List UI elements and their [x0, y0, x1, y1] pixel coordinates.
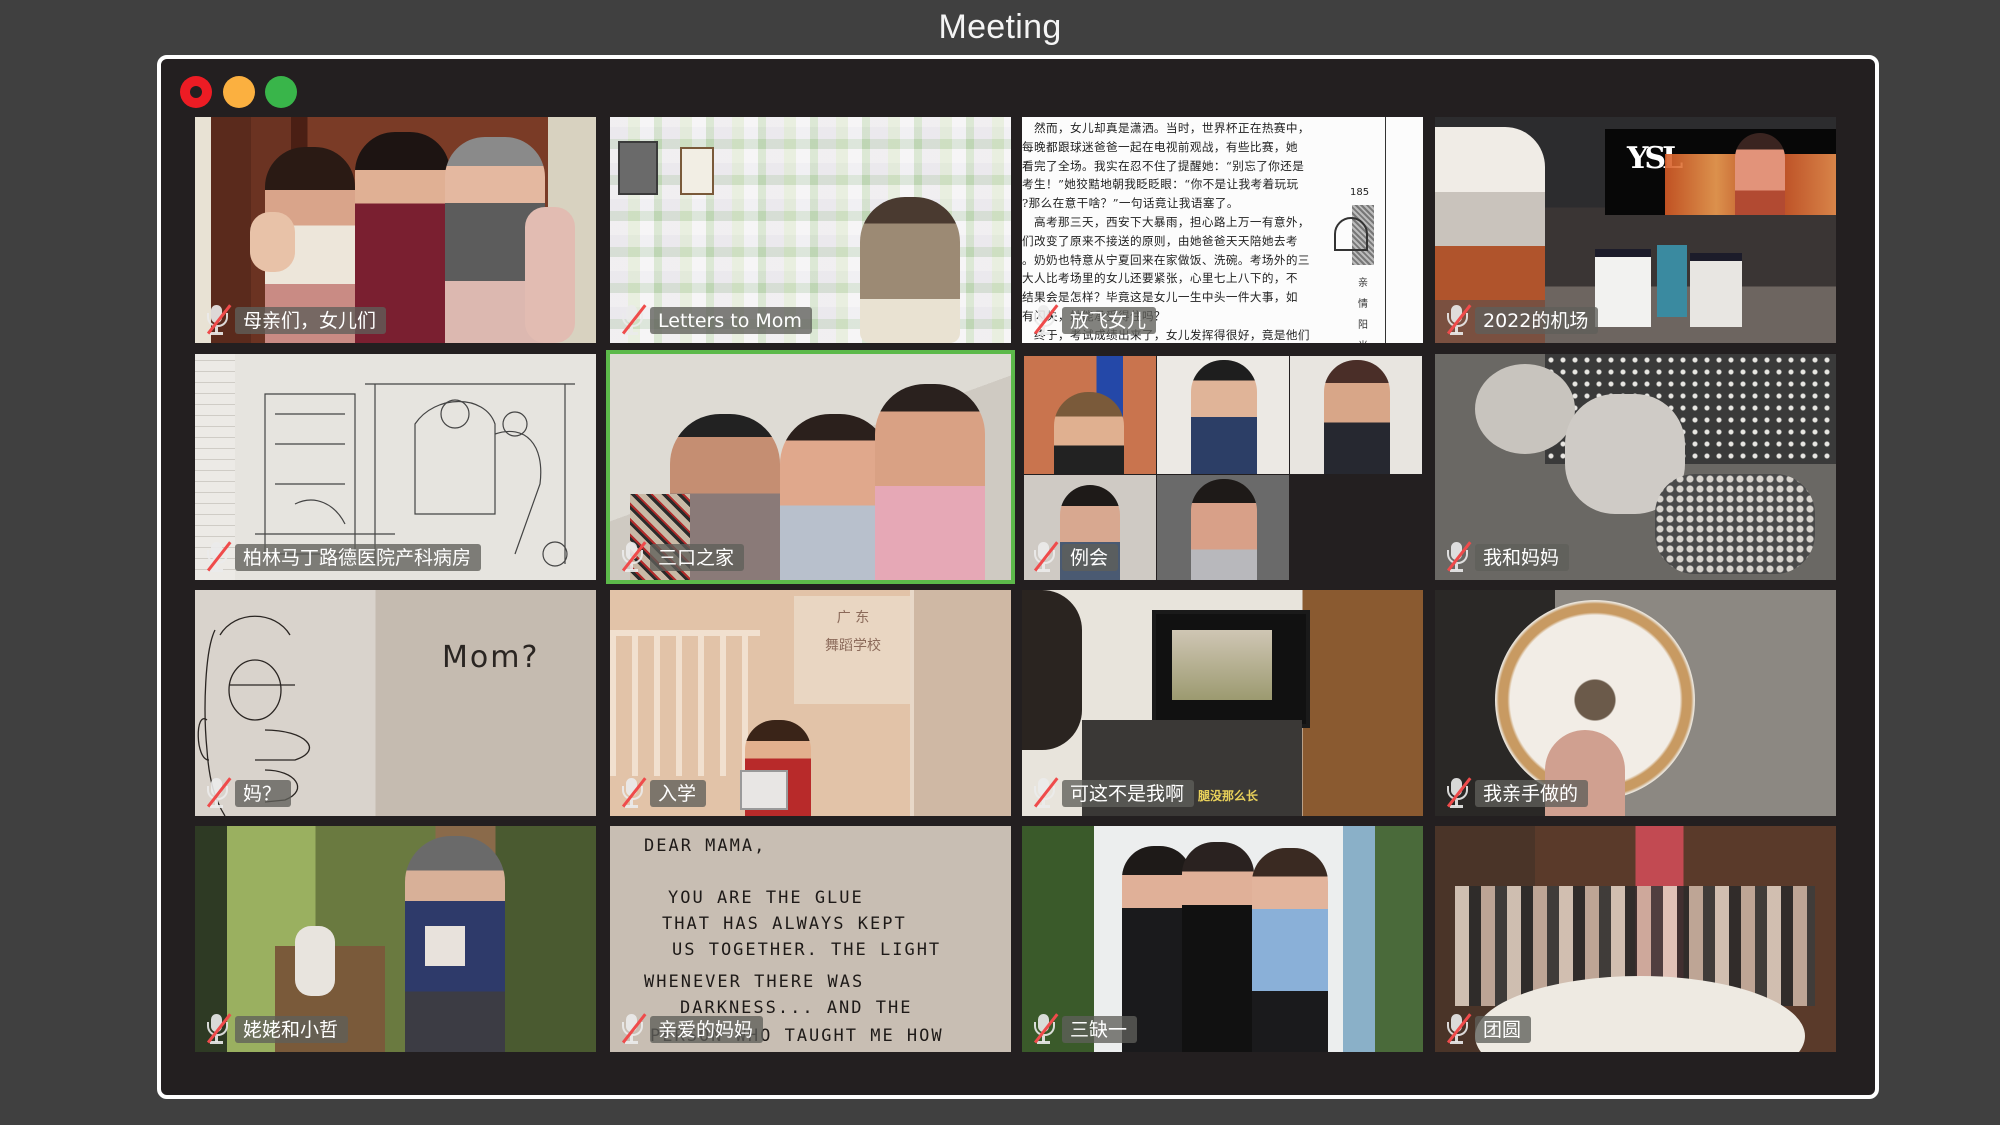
book-line: 们改变了原来不接送的原则，由她爸爸天天陪她去考	[1022, 233, 1298, 248]
participant-name-tag: 2022的机场	[1443, 303, 1599, 337]
minimize-button[interactable]	[223, 76, 255, 108]
microphone-muted-icon	[1443, 1012, 1472, 1046]
window-title: Meeting	[938, 8, 1062, 46]
participant-name: 亲爱的妈妈	[650, 1015, 764, 1043]
letter-line: US TOGETHER. THE LIGHT	[672, 940, 942, 960]
participant-name-tag: 我亲手做的	[1443, 776, 1589, 810]
video-tile[interactable]: 我和妈妈	[1435, 354, 1836, 580]
participant-name-tag: Letters to Mom	[618, 303, 812, 337]
participant-name-tag: 可这不是我啊	[1030, 776, 1195, 810]
mom-handwriting: Mom?	[442, 640, 540, 675]
letter-line: WHENEVER THERE WAS	[644, 972, 865, 992]
video-tile[interactable]: 姥姥和小哲	[195, 826, 596, 1052]
book-line: 大人比考场里的女儿还要紧张，心里七上八下的，不	[1022, 271, 1298, 286]
mini-video-feed	[1024, 356, 1156, 474]
video-tile[interactable]: 例会	[1022, 354, 1423, 580]
video-tile[interactable]: Mom? 妈？	[195, 590, 596, 816]
mini-video-feed	[1157, 475, 1289, 580]
book-side-text: 亲情阳光	[1358, 278, 1368, 343]
microphone-muted-icon	[203, 540, 232, 574]
microphone-muted-icon	[203, 776, 232, 810]
microphone-muted-icon	[618, 303, 647, 337]
book-line: 考生！”她狡黠地朝我眨眨眼：“你不是让我考着玩玩	[1022, 177, 1299, 192]
microphone-muted-icon	[203, 1012, 232, 1046]
participant-name: 姥姥和小哲	[235, 1015, 349, 1043]
participant-name: 我亲手做的	[1475, 779, 1589, 807]
video-tile[interactable]: YSL 2022的机场	[1435, 117, 1836, 343]
microphone-muted-icon	[1443, 776, 1472, 810]
participant-name: 2022的机场	[1475, 306, 1599, 334]
book-line: 看完了全场。我实在忍不住了提醒她：“别忘了你还是	[1022, 158, 1305, 173]
participant-name-tag: 姥姥和小哲	[203, 1012, 349, 1046]
participant-name: 例会	[1062, 543, 1119, 571]
participant-name: Letters to Mom	[650, 306, 812, 334]
book-line: 高考那三天，西安下大暴雨，担心路上万一有意外，	[1022, 214, 1310, 229]
participant-name-tag: 亲爱的妈妈	[618, 1012, 764, 1046]
participant-name: 三缺一	[1062, 1015, 1138, 1043]
participant-name-tag: 团圆	[1443, 1012, 1532, 1046]
maximize-button[interactable]	[265, 76, 297, 108]
video-tile[interactable]: 然而，女儿却真是潇洒。当时，世界杯正在热赛中， 每晚都跟球迷爸爸一起在电视前观战…	[1022, 117, 1423, 343]
participant-name-tag: 入学	[618, 776, 707, 810]
microphone-muted-icon	[618, 1012, 647, 1046]
microphone-muted-icon	[1030, 303, 1059, 337]
participant-name-tag: 放飞女儿	[1030, 303, 1157, 337]
letter-line: THAT HAS ALWAYS KEPT	[662, 914, 907, 934]
video-tile[interactable]: 广 东 舞蹈学校 入学	[610, 590, 1011, 816]
participant-name-tag: 妈？	[203, 776, 292, 810]
participant-name-tag: 我和妈妈	[1443, 540, 1570, 574]
school-sign-line: 舞蹈学校	[825, 638, 881, 654]
participant-name-tag: 母亲们，女儿们	[203, 303, 387, 337]
participant-name-tag: 柏林马丁路德医院产科病房	[203, 540, 482, 574]
participant-name: 放飞女儿	[1062, 306, 1157, 334]
school-sign-line: 广 东	[836, 610, 870, 626]
participant-name: 可这不是我啊	[1062, 779, 1195, 807]
mini-video-feed	[1157, 356, 1289, 474]
participant-name: 柏林马丁路德医院产科病房	[235, 543, 482, 571]
video-tile-active-speaker[interactable]: 三口之家	[606, 350, 1015, 584]
page-number: 185	[1350, 187, 1370, 198]
participant-name: 母亲们，女儿们	[235, 306, 387, 334]
video-tile[interactable]: 我亲手做的	[1435, 590, 1836, 816]
microphone-muted-icon	[1443, 303, 1472, 337]
microphone-muted-icon	[618, 540, 647, 574]
participant-name: 团圆	[1475, 1015, 1532, 1043]
mini-video-feed	[1290, 356, 1422, 474]
microphone-muted-icon	[1030, 776, 1059, 810]
participant-name: 我和妈妈	[1475, 543, 1570, 571]
microphone-muted-icon	[203, 303, 232, 337]
video-tile[interactable]: 三缺一	[1022, 826, 1423, 1052]
participant-name: 入学	[650, 779, 707, 807]
video-tile[interactable]: 柏林马丁路德医院产科病房	[195, 354, 596, 580]
book-line: ?那么在意干啥？”一句话竟让我语塞了。	[1022, 196, 1239, 211]
participant-name-tag: 三缺一	[1030, 1012, 1138, 1046]
video-tile[interactable]: DEAR MAMA, YOU ARE THE GLUE THAT HAS ALW…	[610, 826, 1011, 1052]
video-tile[interactable]: 腿没那么长 可这不是我啊	[1022, 590, 1423, 816]
participant-name: 三口之家	[650, 543, 745, 571]
microphone-muted-icon	[1030, 540, 1059, 574]
microphone-muted-icon	[1443, 540, 1472, 574]
video-tile[interactable]: 母亲们，女儿们	[195, 117, 596, 343]
microphone-muted-icon	[618, 776, 647, 810]
book-line: 然而，女儿却真是潇洒。当时，世界杯正在热赛中，	[1022, 121, 1310, 135]
letter-line: DEAR MAMA,	[644, 836, 767, 856]
video-subtitle: 腿没那么长	[1198, 789, 1259, 803]
video-tile[interactable]: 团圆	[1435, 826, 1836, 1052]
school-sign: 广 东 舞蹈学校	[794, 596, 912, 704]
video-tile[interactable]: Letters to Mom	[610, 117, 1011, 343]
participant-name-tag: 三口之家	[618, 540, 745, 574]
book-line: 每晚都跟球迷爸爸一起在电视前观战，有些比赛，她	[1022, 139, 1298, 154]
close-button[interactable]	[180, 76, 212, 108]
letter-line: YOU ARE THE GLUE	[668, 888, 864, 908]
microphone-muted-icon	[1030, 1012, 1059, 1046]
participant-name: 妈？	[235, 779, 292, 807]
billboard-screen: YSL	[1605, 129, 1836, 215]
participant-name-tag: 例会	[1030, 540, 1119, 574]
book-line: 。奶奶也特意从宁夏回来在家做饭、洗碗。考场外的三	[1022, 252, 1310, 267]
